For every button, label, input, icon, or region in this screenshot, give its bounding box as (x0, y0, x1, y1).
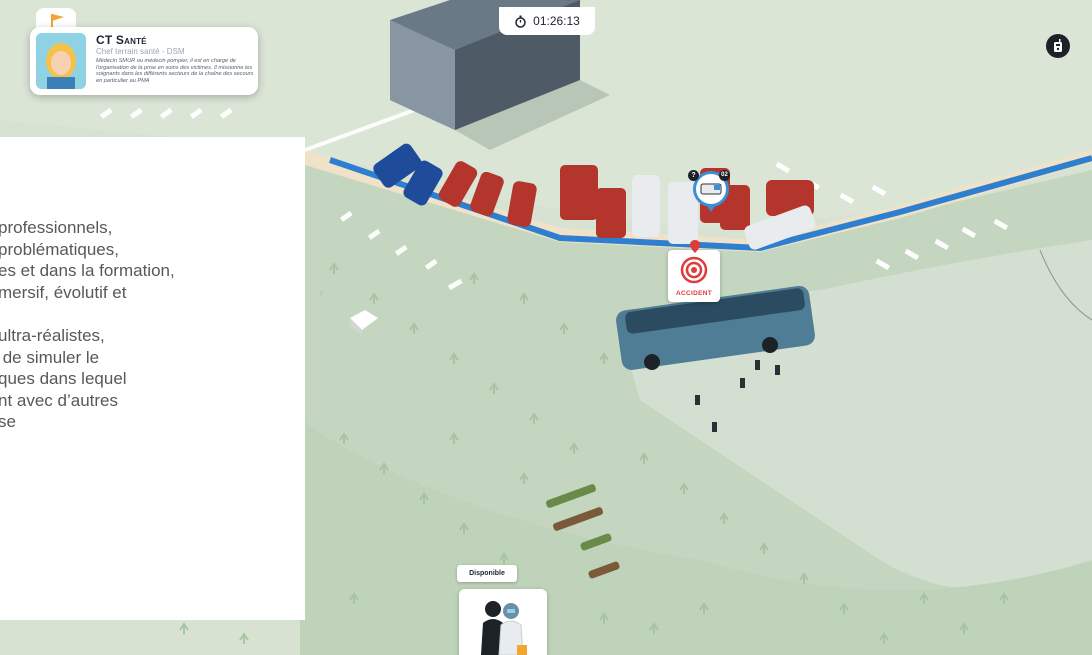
unit-card[interactable]: Disponible (457, 565, 547, 655)
pin-badge-right: 02 (719, 170, 730, 181)
radio-icon (1054, 39, 1062, 52)
target-icon (680, 256, 708, 284)
overlay-text: professionnels, problématiques, es et da… (0, 218, 175, 432)
role-avatar (36, 33, 86, 89)
role-card[interactable]: CT Santé Chef terrain santé - DSM Médeci… (30, 27, 258, 95)
radio-button[interactable] (1046, 34, 1070, 58)
timer-value: 01:26:13 (533, 14, 580, 28)
svg-text:ᵗ: ᵗ (320, 287, 323, 303)
text-overlay-panel: professionnels, problématiques, es et da… (0, 137, 305, 620)
alert-pin-icon (690, 240, 700, 253)
stopwatch-icon (515, 15, 526, 28)
medical-team-icon (459, 589, 547, 655)
accident-label: ACCIDENT (676, 290, 712, 297)
unit-portrait (459, 589, 547, 655)
unit-status: Disponible (457, 565, 517, 582)
role-subtitle: Chef terrain santé - DSM (96, 47, 185, 56)
accident-marker[interactable]: ACCIDENT (668, 250, 720, 302)
avatar-icon (36, 33, 86, 89)
role-title: CT Santé (96, 33, 147, 47)
timer: 01:26:13 (499, 7, 595, 35)
pin-badge-left: ? (688, 170, 699, 181)
role-description: Médecin SMUR ou médecin pompier, il est … (96, 58, 254, 84)
